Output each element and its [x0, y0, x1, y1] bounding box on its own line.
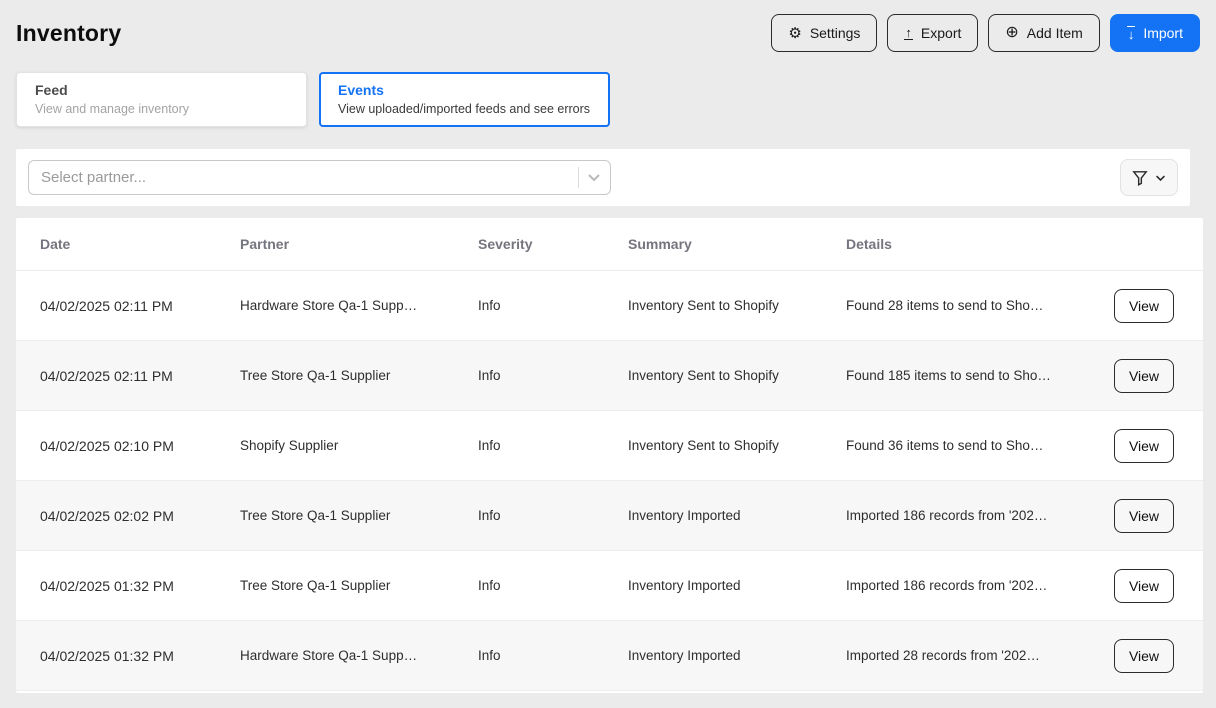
cell-severity: Info: [478, 438, 501, 453]
cell-summary: Inventory Sent to Shopify: [628, 298, 779, 313]
cell-details: Found 185 items to send to Sho…: [846, 368, 1051, 383]
view-button[interactable]: View: [1114, 498, 1174, 533]
filter-button[interactable]: [1120, 159, 1178, 196]
cell-summary: Inventory Sent to Shopify: [628, 438, 779, 453]
table-row: 04/02/2025 01:32 PM Hardware Store Qa-1 …: [16, 621, 1203, 691]
settings-button[interactable]: ⚙ Settings: [771, 14, 878, 52]
cell-date: 04/02/2025 02:11 PM: [40, 367, 173, 384]
import-button-label: Import: [1143, 25, 1183, 41]
cell-details: Found 36 items to send to Sho…: [846, 438, 1044, 453]
cell-severity: Info: [478, 648, 501, 663]
table-body: 04/02/2025 02:11 PM Hardware Store Qa-1 …: [16, 271, 1203, 691]
gear-icon: ⚙: [788, 24, 802, 42]
header-actions: ⚙ Settings ↑ Export ⊕ Add Item ↓ Import: [771, 14, 1200, 52]
cell-severity: Info: [478, 368, 501, 383]
chevron-down-icon: [1156, 174, 1165, 181]
view-button[interactable]: View: [1114, 358, 1174, 393]
funnel-icon: [1132, 170, 1148, 186]
cell-date: 04/02/2025 02:11 PM: [40, 297, 173, 314]
cell-date: 04/02/2025 01:32 PM: [40, 647, 174, 664]
partner-select[interactable]: Select partner...: [28, 160, 611, 195]
cell-date: 04/02/2025 02:10 PM: [40, 437, 174, 454]
tab-events-description: View uploaded/imported feeds and see err…: [338, 102, 591, 116]
partner-select-placeholder: Select partner...: [41, 169, 147, 186]
column-header-partner: Partner: [240, 236, 290, 252]
view-button[interactable]: View: [1114, 428, 1174, 463]
import-button[interactable]: ↓ Import: [1109, 14, 1200, 52]
column-header-details: Details: [846, 236, 892, 252]
cell-severity: Info: [478, 298, 501, 313]
column-header-date: Date: [40, 236, 71, 252]
table-row: 04/02/2025 02:02 PM Tree Store Qa-1 Supp…: [16, 481, 1203, 551]
export-button-label: Export: [920, 25, 962, 41]
export-icon: ↑: [904, 25, 913, 40]
cell-partner: Hardware Store Qa-1 Supp…: [240, 298, 418, 313]
cell-partner: Hardware Store Qa-1 Supp…: [240, 648, 418, 663]
table-header-row: Date Partner Severity Summary Details: [16, 218, 1203, 271]
cell-summary: Inventory Imported: [628, 648, 741, 663]
view-tabs: Feed View and manage inventory Events Vi…: [0, 52, 1216, 127]
tab-events[interactable]: Events View uploaded/imported feeds and …: [319, 72, 610, 127]
add-item-icon: ⊕: [1005, 24, 1019, 41]
column-header-summary: Summary: [628, 236, 692, 252]
cell-details: Imported 186 records from '202…: [846, 578, 1048, 593]
cell-date: 04/02/2025 01:32 PM: [40, 577, 174, 594]
import-icon: ↓: [1126, 25, 1136, 42]
cell-severity: Info: [478, 578, 501, 593]
filter-bar: Select partner...: [16, 149, 1190, 206]
tab-feed-description: View and manage inventory: [35, 102, 190, 116]
select-divider: [578, 167, 579, 188]
cell-partner: Tree Store Qa-1 Supplier: [240, 578, 391, 593]
chevron-down-icon: [588, 174, 600, 182]
cell-partner: Tree Store Qa-1 Supplier: [240, 368, 391, 383]
tab-events-label: Events: [338, 82, 384, 98]
cell-summary: Inventory Imported: [628, 508, 741, 523]
cell-details: Imported 28 records from '202…: [846, 648, 1040, 663]
view-button[interactable]: View: [1114, 568, 1174, 603]
tab-feed-label: Feed: [35, 82, 68, 98]
table-row: 04/02/2025 02:11 PM Hardware Store Qa-1 …: [16, 271, 1203, 341]
tab-feed[interactable]: Feed View and manage inventory: [16, 72, 307, 127]
cell-summary: Inventory Sent to Shopify: [628, 368, 779, 383]
view-button[interactable]: View: [1114, 288, 1174, 323]
cell-details: Found 28 items to send to Sho…: [846, 298, 1044, 313]
cell-partner: Tree Store Qa-1 Supplier: [240, 508, 391, 523]
page-header: Inventory ⚙ Settings ↑ Export ⊕ Add Item…: [0, 0, 1216, 52]
table-row: 04/02/2025 02:11 PM Tree Store Qa-1 Supp…: [16, 341, 1203, 411]
export-button[interactable]: ↑ Export: [887, 14, 979, 52]
page-title: Inventory: [16, 19, 122, 46]
cell-details: Imported 186 records from '202…: [846, 508, 1048, 523]
view-button[interactable]: View: [1114, 638, 1174, 673]
table-row: 04/02/2025 02:10 PM Shopify Supplier Inf…: [16, 411, 1203, 481]
add-item-button-label: Add Item: [1026, 25, 1083, 41]
column-header-severity: Severity: [478, 236, 533, 252]
add-item-button[interactable]: ⊕ Add Item: [988, 14, 1100, 52]
cell-severity: Info: [478, 508, 501, 523]
cell-partner: Shopify Supplier: [240, 438, 339, 453]
settings-button-label: Settings: [809, 25, 861, 41]
events-table: Date Partner Severity Summary Details 04…: [16, 218, 1203, 693]
cell-date: 04/02/2025 02:02 PM: [40, 507, 174, 524]
cell-summary: Inventory Imported: [628, 578, 741, 593]
table-row: 04/02/2025 01:32 PM Tree Store Qa-1 Supp…: [16, 551, 1203, 621]
